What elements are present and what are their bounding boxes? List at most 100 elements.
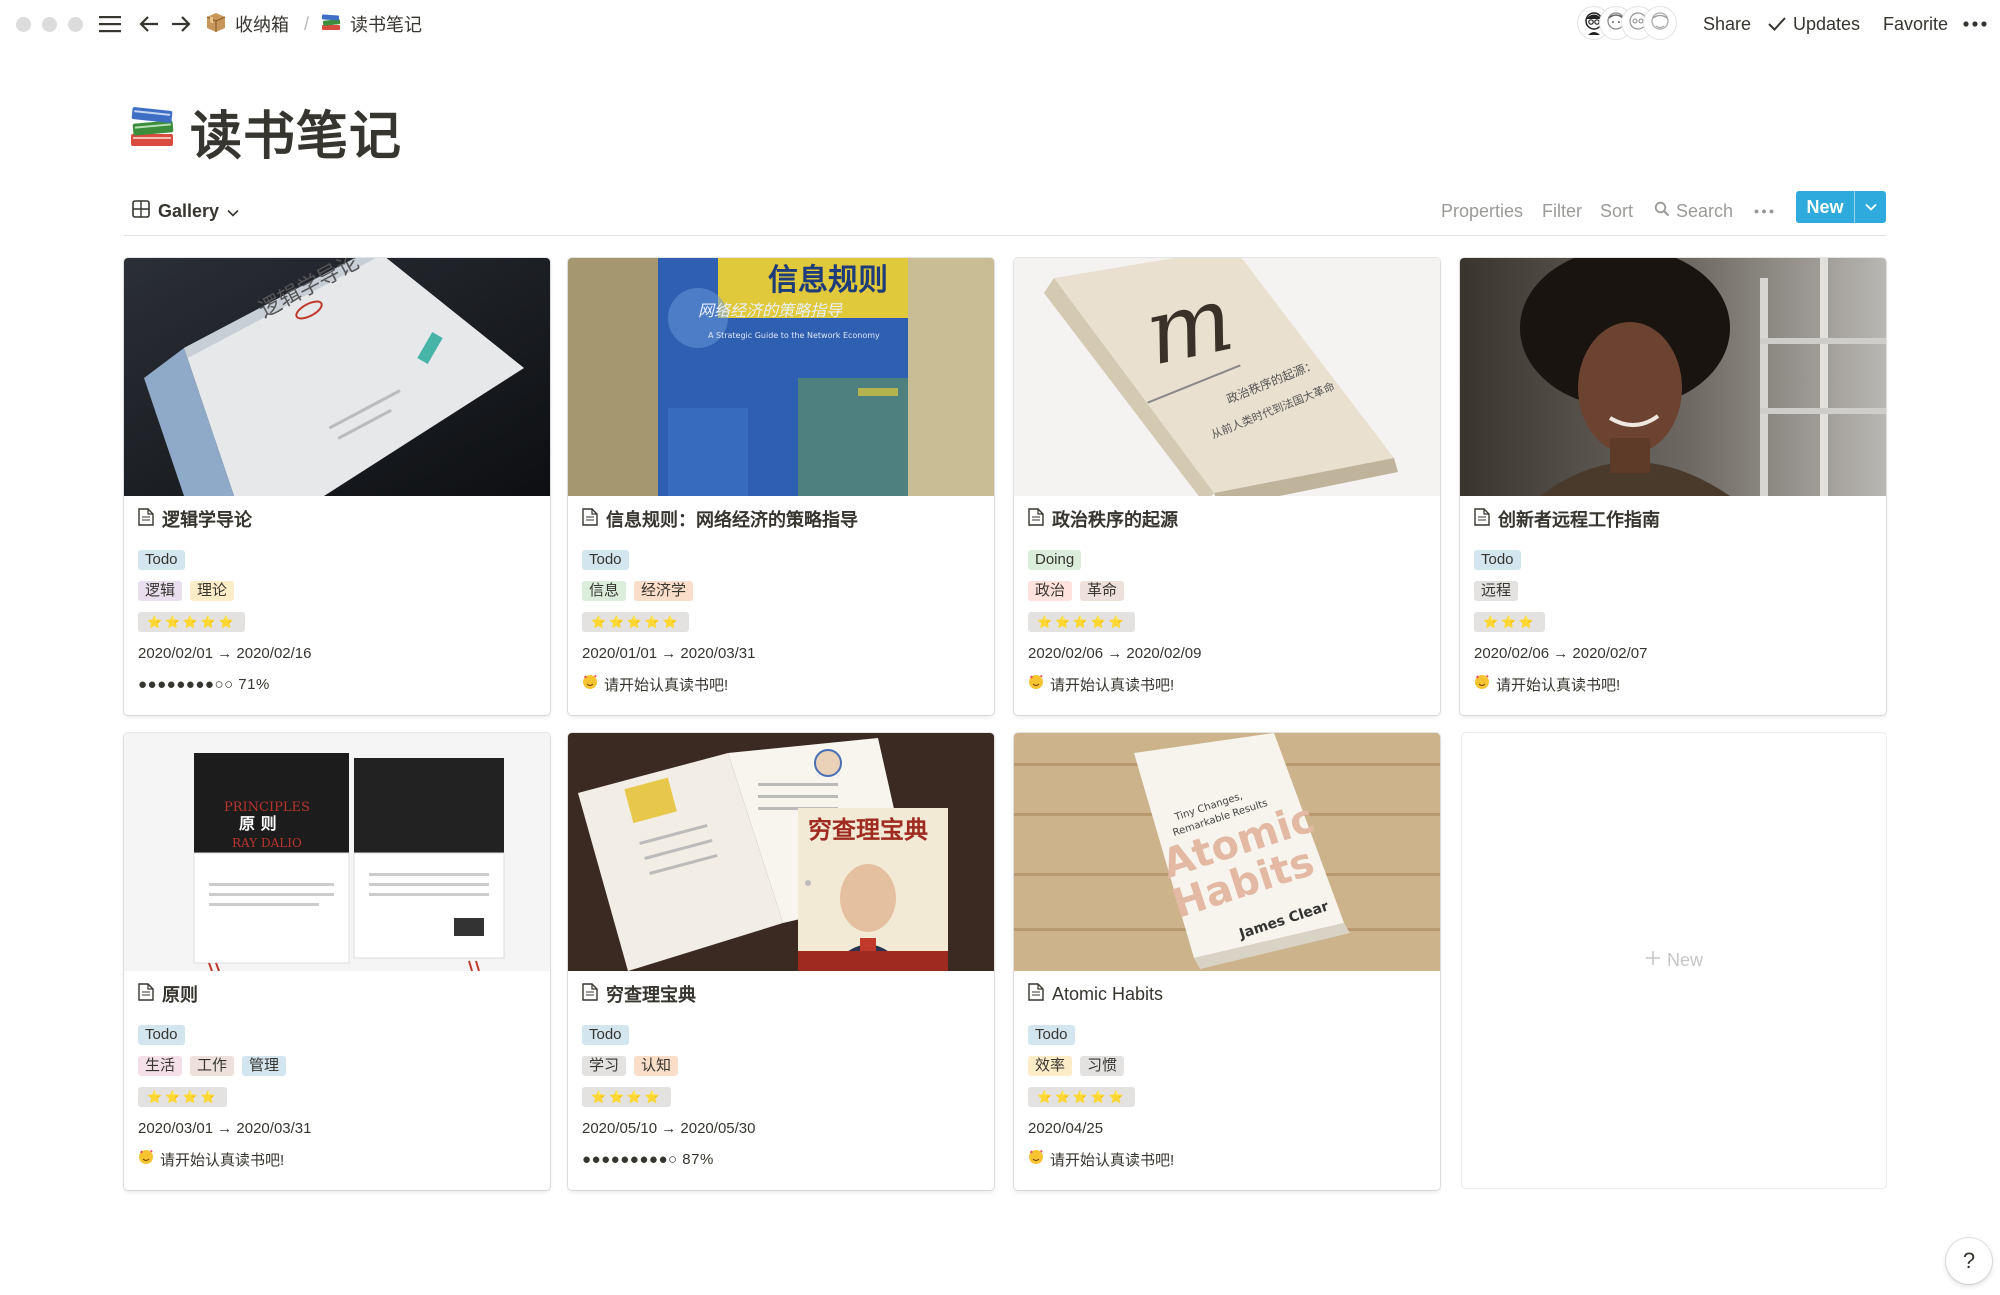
card-title[interactable]: 政治秩序的起源 — [1028, 506, 1178, 532]
properties-button[interactable]: Properties — [1441, 194, 1523, 228]
date-range: 2020/01/01 → 2020/03/31 — [582, 644, 756, 662]
window-zoom-button[interactable] — [68, 17, 83, 32]
card-title-text: 信息规则：网络经济的策略指导 — [606, 510, 858, 530]
status-badge: Todo — [582, 1025, 629, 1045]
collaborator-avatars[interactable] — [1578, 7, 1678, 41]
tag: 逻辑 — [138, 581, 183, 601]
help-button[interactable]: ? — [1946, 1238, 1992, 1284]
note-text: 请开始认真读书吧! — [1496, 676, 1621, 694]
breadcrumb-item-reading-notes[interactable]: 读书笔记 — [320, 10, 422, 38]
date-range: 2020/03/01 → 2020/03/31 — [138, 1119, 312, 1137]
card-title[interactable]: 逻辑学导论 — [138, 506, 252, 532]
smiling-face-hearts-icon — [1028, 1149, 1044, 1169]
card-title-text: Atomic Habits — [1052, 983, 1164, 1004]
chevron-down-icon[interactable] — [1854, 191, 1886, 223]
view-switcher[interactable]: Gallery — [132, 194, 239, 228]
updates-button[interactable]: Updates — [1793, 10, 1860, 38]
page-title[interactable]: 读书笔记 — [190, 94, 402, 169]
add-card-button[interactable]: New — [1462, 733, 1886, 1188]
tag: 习惯 — [1080, 1056, 1125, 1076]
cover-author: RAY DALIO — [232, 836, 302, 850]
gallery-view-icon — [132, 199, 150, 223]
search-label: Search — [1676, 201, 1734, 221]
gallery-card[interactable]: 逻辑学导论 逻辑学导论 Todo 逻辑 理论 ⭐⭐⭐⭐⭐ 2020/02/01 … — [124, 258, 550, 715]
tags-row: 逻辑 理论 — [138, 580, 235, 602]
books-icon[interactable] — [128, 101, 178, 151]
card-title[interactable]: Atomic Habits — [1028, 981, 1163, 1007]
rating-row: ⭐⭐⭐⭐⭐ — [582, 611, 689, 633]
back-arrow-icon[interactable] — [136, 8, 162, 40]
smiling-face-hearts-icon — [138, 1149, 154, 1169]
breadcrumb-separator: / — [304, 14, 310, 34]
tag: 理论 — [190, 581, 235, 601]
cover-subtitle: 网络经济的策略指导 — [698, 301, 843, 320]
books-icon — [320, 11, 342, 38]
gallery-card[interactable]: m 政治秩序的起源： 从前人类时代到法国大革命 政治秩序的起源 Doing 政治… — [1014, 258, 1440, 715]
star-rating: ⭐⭐⭐⭐⭐ — [1028, 1087, 1135, 1107]
tags-row: 学习 认知 — [582, 1055, 679, 1077]
new-button[interactable]: New — [1796, 191, 1886, 223]
gallery-card[interactable]: PRINCIPLES 原 则 RAY DALIO 原则 Todo 生活 工作 管… — [124, 733, 550, 1190]
status-row: Todo — [138, 1024, 185, 1046]
tag: 生活 — [138, 1056, 183, 1076]
status-badge: Todo — [138, 1025, 185, 1045]
date-range: 2020/02/01 → 2020/02/16 — [138, 644, 312, 662]
filter-button[interactable]: Filter — [1542, 194, 1582, 228]
gallery-card[interactable]: Tiny Changes, Remarkable Results Atomic … — [1014, 733, 1440, 1190]
card-title[interactable]: 创新者远程工作指南 — [1474, 506, 1660, 532]
chevron-down-icon — [227, 201, 239, 222]
rating-row: ⭐⭐⭐⭐ — [582, 1086, 671, 1108]
tag: 远程 — [1474, 581, 1519, 601]
card-title[interactable]: 穷查理宝典 — [582, 981, 696, 1007]
sort-button[interactable]: Sort — [1600, 194, 1633, 228]
card-title[interactable]: 信息规则：网络经济的策略指导 — [582, 506, 858, 532]
reading-note: 请开始认真读书吧! — [138, 1148, 284, 1170]
more-options-icon[interactable] — [1960, 8, 1990, 40]
cover-image: 逻辑学导论 — [124, 258, 550, 496]
window-minimize-button[interactable] — [42, 17, 57, 32]
tags-row: 生活 工作 管理 — [138, 1055, 287, 1077]
tags-row: 信息 经济学 — [582, 580, 694, 602]
card-title-text: 逻辑学导论 — [162, 510, 252, 530]
reading-note: 请开始认真读书吧! — [1474, 673, 1620, 695]
view-more-icon[interactable] — [1754, 194, 1774, 228]
card-title[interactable]: 原则 — [138, 981, 198, 1007]
status-row: Todo — [582, 1024, 629, 1046]
note-text: 请开始认真读书吧! — [160, 1151, 285, 1169]
cover-image: 穷查理宝典 — [568, 733, 994, 971]
rating-row: ⭐⭐⭐⭐⭐ — [138, 611, 245, 633]
gallery-card[interactable]: 信息规则 网络经济的策略指导 A Strategic Guide to the … — [568, 258, 994, 715]
forward-arrow-icon[interactable] — [168, 8, 194, 40]
tag: 政治 — [1028, 581, 1073, 601]
status-badge: Doing — [1028, 550, 1082, 570]
status-badge: Todo — [1028, 1025, 1075, 1045]
tag: 管理 — [242, 1056, 287, 1076]
breadcrumb-label: 收纳箱 — [235, 15, 289, 35]
tag: 工作 — [190, 1056, 235, 1076]
smiling-face-hearts-icon — [582, 674, 598, 694]
window-close-button[interactable] — [16, 17, 31, 32]
share-button[interactable]: Share — [1703, 10, 1751, 38]
cover-title: 原 则 — [239, 814, 277, 833]
reading-note: 请开始认真读书吧! — [1028, 673, 1174, 695]
top-bar: 收纳箱 / 读书笔记 Share Updates Favorite — [0, 0, 2000, 48]
avatar[interactable] — [1644, 7, 1676, 39]
reading-note: 请开始认真读书吧! — [582, 673, 728, 695]
breadcrumb-item-inbox[interactable]: 收纳箱 — [205, 10, 289, 38]
date-range: 2020/02/06 → 2020/02/09 — [1028, 644, 1202, 662]
cover-image: PRINCIPLES 原 则 RAY DALIO — [124, 733, 550, 971]
rating-row: ⭐⭐⭐⭐ — [138, 1086, 227, 1108]
gallery-card[interactable]: 创新者远程工作指南 Todo 远程 ⭐⭐⭐ 2020/02/06 → 2020/… — [1460, 258, 1886, 715]
menu-icon[interactable] — [96, 8, 124, 40]
star-rating: ⭐⭐⭐⭐⭐ — [138, 612, 245, 632]
breadcrumb-label: 读书笔记 — [350, 15, 422, 35]
cover-image: 信息规则 网络经济的策略指导 A Strategic Guide to the … — [568, 258, 994, 496]
favorite-button[interactable]: Favorite — [1883, 10, 1948, 38]
status-badge: Todo — [138, 550, 185, 570]
gallery-card[interactable]: 穷查理宝典 穷查理宝典 Todo 学习 认知 ⭐⭐⭐⭐ 2020/05/10 →… — [568, 733, 994, 1190]
add-card-label: New — [1666, 950, 1703, 970]
cover-image — [1460, 258, 1886, 496]
search-button[interactable]: Search — [1654, 194, 1733, 228]
star-rating: ⭐⭐⭐⭐⭐ — [1028, 612, 1135, 632]
new-button-label[interactable]: New — [1796, 191, 1854, 223]
